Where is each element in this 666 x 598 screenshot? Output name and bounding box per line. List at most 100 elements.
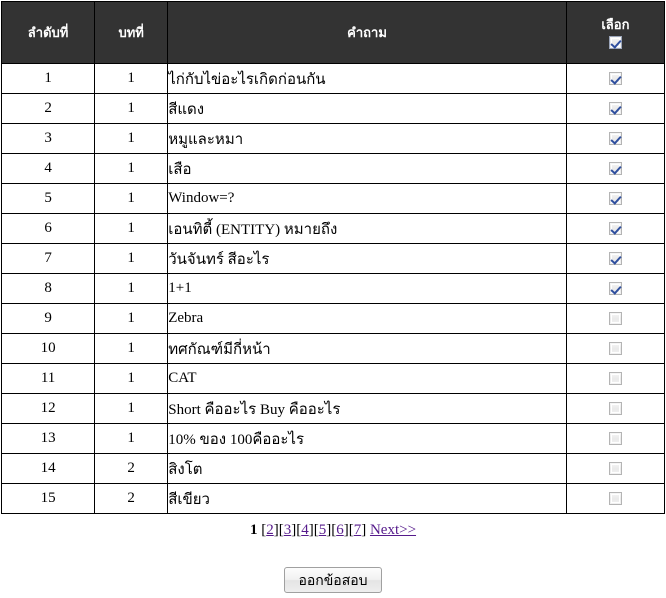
cell-select — [565, 123, 666, 154]
row-select-checkbox[interactable] — [608, 132, 622, 146]
table-row: 4 1 เสือ — [0, 153, 666, 184]
cell-chapter: 1 — [94, 393, 169, 424]
cell-sequence: 1 — [0, 63, 96, 94]
cell-chapter: 1 — [94, 123, 169, 154]
cell-chapter: 1 — [94, 363, 169, 394]
cell-select — [565, 393, 666, 424]
questions-table: ลำดับที่ บทที่ คำถาม เลือก 1 1 ไก่กับไข่อะ… — [0, 1, 666, 514]
cell-question: วันจันทร์ สีอะไร — [167, 243, 567, 274]
column-header-sequence-label: ลำดับที่ — [27, 24, 69, 40]
table-row: 1 1 ไก่กับไข่อะไรเกิดก่อนกัน — [0, 63, 666, 94]
cell-select — [565, 153, 666, 184]
cell-select — [565, 363, 666, 394]
pagination-next-link[interactable]: Next>> — [370, 522, 416, 538]
pagination: 1 [2][3][4][5][6][7] Next>> — [1, 519, 665, 542]
column-header-select: เลือก — [565, 1, 666, 64]
cell-select — [565, 243, 666, 274]
row-select-checkbox[interactable] — [608, 432, 622, 446]
cell-sequence: 2 — [0, 93, 96, 124]
row-select-checkbox[interactable] — [608, 342, 622, 356]
table-row: 11 1 CAT — [0, 363, 666, 394]
table-row: 5 1 Window=? — [0, 183, 666, 214]
cell-question: Short คืออะไร Buy คืออะไร — [167, 393, 567, 424]
cell-chapter: 1 — [94, 153, 169, 184]
pagination-page-link[interactable]: 6 — [336, 522, 344, 538]
row-select-checkbox[interactable] — [608, 192, 622, 206]
cell-chapter: 1 — [94, 243, 169, 274]
table-row: 12 1 Short คืออะไร Buy คืออะไร — [0, 393, 666, 424]
row-select-checkbox[interactable] — [608, 162, 622, 176]
row-select-checkbox[interactable] — [608, 372, 622, 386]
row-select-checkbox[interactable] — [608, 492, 622, 506]
cell-select — [565, 423, 666, 454]
cell-sequence: 10 — [0, 333, 96, 364]
cell-chapter: 1 — [94, 183, 169, 214]
pagination-current-page: 1 — [249, 522, 258, 538]
cell-question: Window=? — [167, 183, 567, 214]
table-row: 9 1 Zebra — [0, 303, 666, 334]
cell-question: เสือ — [167, 153, 567, 184]
table-row: 10 1 ทศกัณฑ์มีกี่หน้า — [0, 333, 666, 364]
cell-sequence: 9 — [0, 303, 96, 334]
cell-sequence: 14 — [0, 453, 96, 484]
cell-sequence: 15 — [0, 483, 96, 514]
cell-question: 10% ของ 100คืออะไร — [167, 423, 567, 454]
cell-chapter: 2 — [94, 453, 169, 484]
row-select-checkbox[interactable] — [608, 462, 622, 476]
row-select-checkbox[interactable] — [608, 402, 622, 416]
cell-chapter: 1 — [94, 333, 169, 364]
pagination-page-link[interactable]: 4 — [301, 522, 309, 538]
cell-sequence: 7 — [0, 243, 96, 274]
cell-sequence: 13 — [0, 423, 96, 454]
cell-select — [565, 453, 666, 484]
column-header-chapter: บทที่ — [94, 1, 169, 64]
cell-select — [565, 183, 666, 214]
generate-exam-button[interactable]: ออกข้อสอบ — [284, 566, 382, 593]
cell-chapter: 1 — [94, 213, 169, 244]
column-header-select-label: เลือก — [601, 16, 630, 32]
table-row: 14 2 สิงโต — [0, 453, 666, 484]
cell-chapter: 1 — [94, 273, 169, 304]
cell-sequence: 3 — [0, 123, 96, 154]
row-select-checkbox[interactable] — [608, 312, 622, 326]
row-select-checkbox[interactable] — [608, 282, 622, 296]
cell-question: หมูและหมา — [167, 123, 567, 154]
table-body: 1 1 ไก่กับไข่อะไรเกิดก่อนกัน 2 1 สีแดง 3 1 หมูแล… — [0, 63, 666, 514]
cell-question: 1+1 — [167, 273, 567, 304]
cell-question: สีเขียว — [167, 483, 567, 514]
row-select-checkbox[interactable] — [608, 222, 622, 236]
row-select-checkbox[interactable] — [608, 252, 622, 266]
cell-question: ไก่กับไข่อะไรเกิดก่อนกัน — [167, 63, 567, 94]
cell-sequence: 8 — [0, 273, 96, 304]
cell-question: เอนทิตี้ (ENTITY) หมายถึง — [167, 213, 567, 244]
cell-chapter: 1 — [94, 423, 169, 454]
cell-sequence: 11 — [0, 363, 96, 394]
row-select-checkbox[interactable] — [608, 102, 622, 116]
cell-select — [565, 63, 666, 94]
cell-question: ทศกัณฑ์มีกี่หน้า — [167, 333, 567, 364]
cell-select — [565, 483, 666, 514]
cell-select — [565, 213, 666, 244]
actions-bar: ออกข้อสอบ — [1, 542, 665, 593]
cell-sequence: 4 — [0, 153, 96, 184]
table-row: 8 1 1+1 — [0, 273, 666, 304]
cell-sequence: 12 — [0, 393, 96, 424]
cell-question: สีแดง — [167, 93, 567, 124]
pagination-page-link[interactable]: 2 — [266, 522, 274, 538]
table-row: 2 1 สีแดง — [0, 93, 666, 124]
column-header-sequence: ลำดับที่ — [0, 1, 96, 64]
pagination-bracket-close: ] — [361, 522, 367, 538]
cell-sequence: 5 — [0, 183, 96, 214]
table-row: 3 1 หมูและหมา — [0, 123, 666, 154]
row-select-checkbox[interactable] — [608, 72, 622, 86]
cell-chapter: 1 — [94, 93, 169, 124]
table-row: 7 1 วันจันทร์ สีอะไร — [0, 243, 666, 274]
cell-chapter: 1 — [94, 303, 169, 334]
column-header-question-label: คำถาม — [347, 24, 387, 40]
table-row: 15 2 สีเขียว — [0, 483, 666, 514]
table-row: 6 1 เอนทิตี้ (ENTITY) หมายถึง — [0, 213, 666, 244]
column-header-chapter-label: บทที่ — [118, 24, 144, 40]
select-all-checkbox[interactable] — [608, 36, 622, 50]
cell-select — [565, 273, 666, 304]
cell-question: Zebra — [167, 303, 567, 334]
